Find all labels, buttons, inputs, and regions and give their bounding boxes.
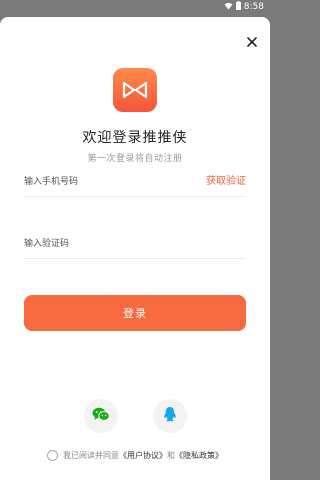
phone-input[interactable] bbox=[24, 173, 184, 191]
status-time: 8:58 bbox=[243, 2, 264, 12]
privacy-policy-link[interactable]: 《隐私政策》 bbox=[175, 450, 223, 461]
qq-login-button[interactable] bbox=[153, 399, 187, 433]
wechat-login-button[interactable] bbox=[84, 399, 118, 433]
app-logo bbox=[113, 68, 157, 112]
status-bar: 8:58 bbox=[0, 0, 270, 14]
qq-icon bbox=[163, 406, 177, 427]
login-dialog: 欢迎登录推推侠 第一次登录将自动注册 获取验证 登录 bbox=[0, 17, 270, 480]
page-title: 欢迎登录推推侠 bbox=[82, 130, 188, 146]
battery-icon bbox=[235, 1, 241, 13]
close-button[interactable] bbox=[244, 33, 260, 49]
agreement-and: 和 bbox=[167, 451, 175, 460]
wifi-icon bbox=[224, 2, 233, 13]
user-agreement-link[interactable]: 《用户协议》 bbox=[119, 450, 167, 461]
agreement-checkbox[interactable] bbox=[47, 450, 58, 461]
code-field bbox=[24, 229, 246, 259]
get-code-button[interactable]: 获取验证 bbox=[206, 172, 246, 187]
close-icon bbox=[247, 32, 257, 51]
code-input[interactable] bbox=[24, 235, 184, 253]
status-icons: 8:58 bbox=[224, 1, 264, 13]
login-button[interactable]: 登录 bbox=[24, 295, 246, 331]
phone-field: 获取验证 bbox=[24, 167, 246, 197]
page-subtitle: 第一次登录将自动注册 bbox=[87, 154, 183, 164]
wechat-icon bbox=[92, 407, 110, 426]
agreement-prefix: 我已阅读并同意 bbox=[63, 451, 119, 460]
agreement-row: 我已阅读并同意 《用户协议》 和 《隐私政策》 bbox=[0, 450, 270, 461]
